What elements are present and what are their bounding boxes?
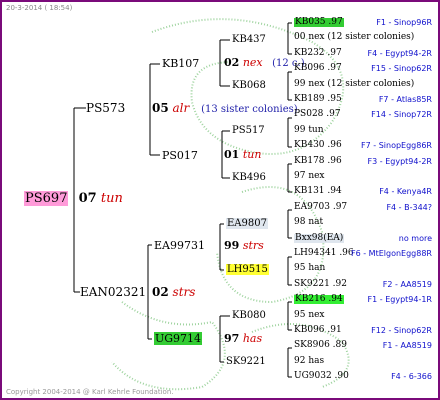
ps017-info: 01 tun xyxy=(224,149,261,160)
timestamp: 20-3-2014 ( 18:54) xyxy=(6,4,73,12)
g4-right-11: F4 - Kenya4R xyxy=(379,187,432,196)
node-ea9807[interactable]: EA9807 xyxy=(226,218,268,229)
ps017-tag: tun xyxy=(242,148,262,161)
root-id: PS697 xyxy=(24,191,69,206)
ean02321-info: 02 strs xyxy=(152,286,195,298)
kb107-info: 02 nex (12 c.) xyxy=(224,57,305,69)
g4-left-20[interactable]: KB096 .91 xyxy=(294,326,342,335)
node-kb080[interactable]: KB080 xyxy=(232,311,266,321)
g4-left-19[interactable]: 95 nex xyxy=(294,311,325,320)
node-kb068[interactable]: KB068 xyxy=(232,81,266,91)
g4-left-8[interactable]: KB430 .96 xyxy=(294,141,342,150)
root-mark: 07 xyxy=(78,191,97,206)
node-kb496[interactable]: KB496 xyxy=(232,173,266,183)
g4-right-0: F1 - Sinop96R xyxy=(376,18,432,27)
node-lh9515[interactable]: LH9515 xyxy=(226,264,269,275)
g4-left-4[interactable]: 99 nex (12 sister colonies) xyxy=(294,80,414,89)
g4-left-18[interactable]: KB216 .94 xyxy=(294,295,344,304)
kb107-tag: nex xyxy=(242,56,263,69)
root-tag: tun xyxy=(100,191,123,206)
g4-left-0[interactable]: KB035 .97 xyxy=(294,18,344,27)
node-ug9714[interactable]: UG9714 xyxy=(154,332,203,345)
node-ps573[interactable]: PS573 xyxy=(86,102,125,114)
g4-right-2: F4 - Egypt94-2R xyxy=(367,49,432,58)
g4-right-15: F6 - MtElgonEgg88R xyxy=(351,249,432,258)
g4-left-5[interactable]: KB189 .95 xyxy=(294,95,342,104)
g4-right-18: F1 - Egypt94-1R xyxy=(367,295,432,304)
ps573-tag: alr xyxy=(172,101,190,115)
ean02321-mark: 02 xyxy=(152,285,169,299)
g4-left-17[interactable]: SK9221 .92 xyxy=(294,280,347,289)
g4-left-3[interactable]: KB096 .97 xyxy=(294,64,342,73)
node-sk9221[interactable]: SK9221 xyxy=(226,357,266,367)
ug9714-tag: has xyxy=(242,332,263,345)
g4-right-12: F4 - B-344? xyxy=(386,203,432,212)
ean02321-tag: strs xyxy=(172,285,196,299)
g4-right-17: F2 - AA8519 xyxy=(382,280,432,289)
lh9515-label: LH9515 xyxy=(226,264,269,275)
ug9714-info: 97 has xyxy=(224,333,262,344)
node-kb437[interactable]: KB437 xyxy=(232,35,266,45)
ps017-mark: 01 xyxy=(224,148,240,161)
root-node[interactable]: PS697 07 tun xyxy=(24,191,123,206)
copyright: Copyright 2004-2014 @ Karl Kehrle Founda… xyxy=(6,388,174,396)
g4-right-6: F14 - Sinop72R xyxy=(371,110,432,119)
g4-left-10[interactable]: 97 nex xyxy=(294,172,325,181)
g4-right-14: no more xyxy=(398,234,432,243)
g4-left-12[interactable]: EA9703 .97 xyxy=(294,203,347,212)
g4-left-13[interactable]: 98 nat xyxy=(294,218,323,227)
g4-left-14[interactable]: Bxx98(EA) xyxy=(294,234,345,243)
node-ps517[interactable]: PS517 xyxy=(232,126,265,136)
pedigree-frame: 20-3-2014 ( 18:54) PS697 07 tun PS573 05… xyxy=(0,0,440,400)
g4-left-15[interactable]: LH94341 .96 xyxy=(294,249,354,258)
g4-left-7[interactable]: 99 tun xyxy=(294,126,324,135)
g4-right-23: F4 - 6-366 xyxy=(391,372,432,381)
g4-right-3: F15 - Sinop62R xyxy=(371,64,432,73)
g4-right-8: F7 - SinopEgg86R xyxy=(361,141,432,150)
node-ean02321[interactable]: EAN02321 xyxy=(80,286,146,298)
g4-right-5: F7 - Atlas85R xyxy=(378,95,432,104)
g4-right-9: F3 - Egypt94-2R xyxy=(367,157,432,166)
ug9714-label: UG9714 xyxy=(154,332,203,345)
g4-left-21[interactable]: SK8906 .89 xyxy=(294,341,347,350)
node-ea99731[interactable]: EA99731 xyxy=(154,240,205,251)
g4-left-1[interactable]: 00 nex (12 sister colonies) xyxy=(294,33,414,42)
g4-left-2[interactable]: KB232 .97 xyxy=(294,49,342,58)
ps573-mark: 05 xyxy=(152,101,169,115)
g4-right-21: F1 - AA8519 xyxy=(382,341,432,350)
ea99731-tag: strs xyxy=(242,239,264,252)
g4-left-16[interactable]: 95 han xyxy=(294,264,325,273)
g4-right-20: F12 - Sinop62R xyxy=(371,326,432,335)
g4-left-11[interactable]: KB131 .94 xyxy=(294,187,342,196)
ps573-info: 05 alr (13 sister colonies) xyxy=(152,102,298,115)
kb107-mark: 02 xyxy=(224,56,240,69)
ug9714-mark: 97 xyxy=(224,332,240,345)
ea99731-mark: 99 xyxy=(224,239,240,252)
node-kb107[interactable]: KB107 xyxy=(162,58,199,69)
g4-left-9[interactable]: KB178 .96 xyxy=(294,157,342,166)
g4-left-6[interactable]: PS028 .97 xyxy=(294,110,341,119)
ps573-note: (13 sister colonies) xyxy=(201,104,298,115)
g4-left-22[interactable]: 92 has xyxy=(294,357,324,366)
node-ps017[interactable]: PS017 xyxy=(162,150,198,161)
g4-left-23[interactable]: UG9032 .90 xyxy=(294,372,349,381)
ea9807-label: EA9807 xyxy=(226,218,268,229)
ea99731-info: 99 strs xyxy=(224,240,264,251)
